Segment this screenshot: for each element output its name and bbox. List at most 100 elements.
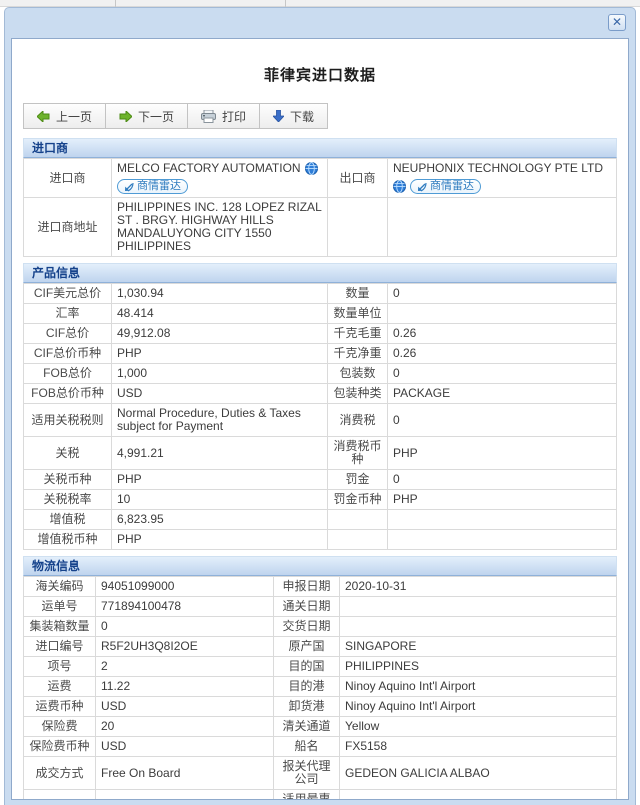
field-label: 进口商 [24, 159, 112, 198]
logistics-table: 海关编码94051099000申报日期2020-10-31运单号77189410… [23, 576, 617, 800]
field-label: 千克净重 [328, 344, 388, 364]
table-row: 关税币种PHP罚金0 [24, 470, 617, 490]
field-value: PACKAGE [388, 384, 617, 404]
field-label: 罚金 [328, 470, 388, 490]
table-row: FOB总价币种USD包装种类PACKAGE [24, 384, 617, 404]
field-value: 94051099000 [96, 577, 274, 597]
importer-name[interactable]: MELCO FACTORY AUTOMATION [117, 162, 301, 175]
field-label: FOB总价币种 [24, 384, 112, 404]
importer-table: 进口商 MELCO FACTORY AUTOMATION [23, 158, 617, 257]
field-label: 关税税率 [24, 490, 112, 510]
table-row: FOB总价1,000包装数0 [24, 364, 617, 384]
dialog-titlebar[interactable]: ✕ [5, 8, 635, 38]
field-value: 2020-10-31 [340, 577, 617, 597]
table-row: 运费币种USD卸货港Ninoy Aquino Int'l Airport [24, 697, 617, 717]
field-value: USD [112, 384, 328, 404]
globe-icon[interactable] [305, 162, 318, 175]
field-value [388, 530, 617, 550]
field-label: 运费币种 [24, 697, 96, 717]
field-value: 6,823.95 [112, 510, 328, 530]
download-button[interactable]: 下载 [259, 103, 328, 129]
globe-icon[interactable] [393, 180, 406, 193]
section-logistics: 物流信息 海关编码94051099000申报日期2020-10-31运单号771… [23, 556, 617, 800]
exporter-name[interactable]: NEUPHONIX TECHNOLOGY PTE LTD [393, 162, 603, 175]
table-row: 申报类型Direct entry for home use适用最惠贸易协议 [24, 790, 617, 801]
field-label: 适用最惠贸易协议 [274, 790, 340, 801]
field-label: 消费税 [328, 404, 388, 437]
field-value: 49,912.08 [112, 324, 328, 344]
field-label: 增值税 [24, 510, 112, 530]
section-product: 产品信息 CIF美元总价1,030.94数量0汇率48.414数量单位CIF总价… [23, 263, 617, 550]
field-value: 0.26 [388, 324, 617, 344]
field-label: 运费 [24, 677, 96, 697]
printer-icon [201, 110, 216, 123]
field-value: 0.26 [388, 344, 617, 364]
field-value: USD [96, 737, 274, 757]
field-label: 保险费币种 [24, 737, 96, 757]
field-value: 4,991.21 [112, 437, 328, 470]
field-value [388, 304, 617, 324]
table-row: 保险费币种USD船名FX5158 [24, 737, 617, 757]
business-radar-badge[interactable]: 商情雷达 [117, 179, 188, 194]
field-label [328, 530, 388, 550]
field-value [388, 510, 617, 530]
table-row: CIF美元总价1,030.94数量0 [24, 284, 617, 304]
field-value: MELCO FACTORY AUTOMATION [112, 159, 328, 198]
field-value [340, 617, 617, 637]
table-row: 关税4,991.21消费税币种PHP [24, 437, 617, 470]
toolbar: 上一页 下一页 打印 下载 [24, 103, 617, 129]
field-label: 目的港 [274, 677, 340, 697]
background-page-strip [0, 0, 640, 7]
field-value: PHP [112, 344, 328, 364]
right-arrow-icon [119, 111, 132, 122]
prev-page-label: 上一页 [56, 108, 92, 125]
field-value [340, 790, 617, 801]
field-value: PHP [388, 490, 617, 510]
section-importer-header: 进口商 [23, 138, 617, 158]
field-label [328, 510, 388, 530]
field-label: 包装数 [328, 364, 388, 384]
field-value: Ninoy Aquino Int'l Airport [340, 677, 617, 697]
field-value: 48.414 [112, 304, 328, 324]
field-value: PHP [388, 437, 617, 470]
field-label: 关税币种 [24, 470, 112, 490]
field-value: NEUPHONIX TECHNOLOGY PTE LTD [388, 159, 617, 198]
field-value: 2 [96, 657, 274, 677]
prev-page-button[interactable]: 上一页 [23, 103, 106, 129]
print-button[interactable]: 打印 [187, 103, 260, 129]
field-value: 1,030.94 [112, 284, 328, 304]
next-page-button[interactable]: 下一页 [105, 103, 188, 129]
background-divider [115, 0, 116, 7]
field-value: 10 [112, 490, 328, 510]
table-row: 进口商地址 PHILIPPINES INC. 128 LOPEZ RIZAL S… [24, 198, 617, 257]
field-value: 0 [96, 617, 274, 637]
field-value: 11.22 [96, 677, 274, 697]
field-label: 成交方式 [24, 757, 96, 790]
field-label: 目的国 [274, 657, 340, 677]
radar-arrow-icon [124, 182, 134, 192]
field-label: 申报日期 [274, 577, 340, 597]
field-value: GEDEON GALICIA ALBAO [340, 757, 617, 790]
field-value: R5F2UH3Q8I2OE [96, 637, 274, 657]
field-value: FX5158 [340, 737, 617, 757]
download-label: 下载 [290, 108, 314, 125]
field-label: 保险费 [24, 717, 96, 737]
table-row: 汇率48.414数量单位 [24, 304, 617, 324]
print-label: 打印 [222, 108, 246, 125]
field-value: PHP [112, 530, 328, 550]
table-row: 关税税率10罚金币种PHP [24, 490, 617, 510]
field-label: 交货日期 [274, 617, 340, 637]
field-value: Ninoy Aquino Int'l Airport [340, 697, 617, 717]
field-label: 集装箱数量 [24, 617, 96, 637]
field-label: 数量 [328, 284, 388, 304]
field-label: 罚金币种 [328, 490, 388, 510]
close-icon[interactable]: ✕ [608, 14, 626, 31]
field-label: 关税 [24, 437, 112, 470]
field-value: 0 [388, 364, 617, 384]
table-row: 成交方式Free On Board报关代理公司GEDEON GALICIA AL… [24, 757, 617, 790]
left-arrow-icon [37, 111, 50, 122]
business-radar-badge[interactable]: 商情雷达 [410, 179, 481, 194]
table-row: 集装箱数量0交货日期 [24, 617, 617, 637]
field-value: Normal Procedure, Duties & Taxes subject… [112, 404, 328, 437]
field-label: 千克毛重 [328, 324, 388, 344]
